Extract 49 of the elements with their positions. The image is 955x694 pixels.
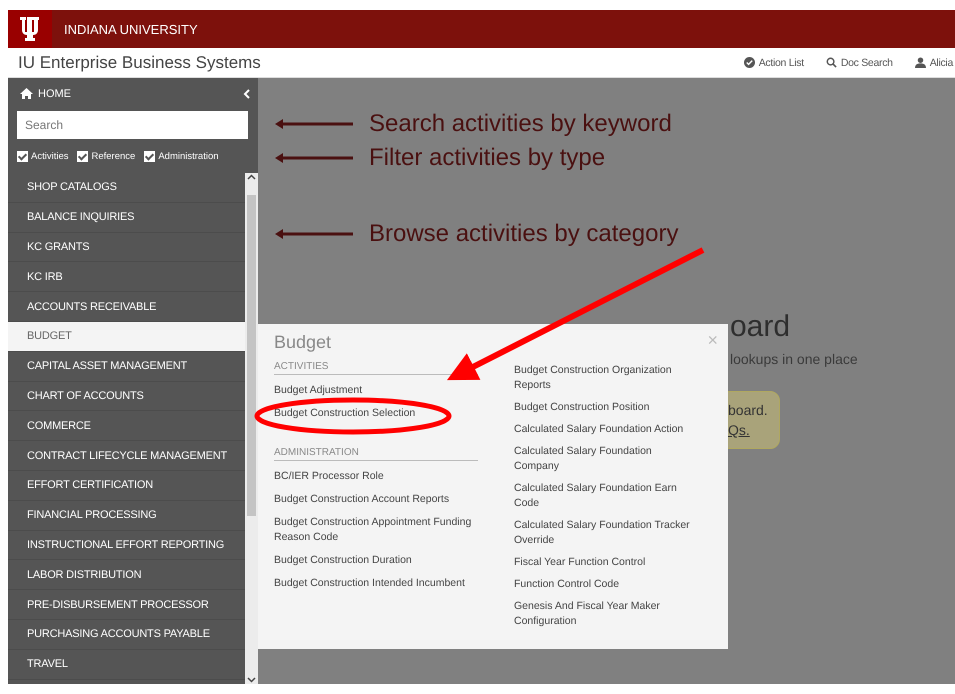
dashboard-subtitle: lookups in one place [730, 351, 858, 367]
activity-link[interactable]: Genesis And Fiscal Year Maker Configuration [514, 599, 699, 629]
activity-link[interactable]: Calculated Salary Foundation Earn Code [514, 481, 699, 511]
header-link[interactable]: Action List [744, 56, 804, 68]
search-icon [826, 57, 837, 68]
section-heading: ACTIVITIES [274, 361, 478, 375]
notice-link[interactable]: Qs. [728, 423, 750, 438]
header-link[interactable]: Doc Search [826, 56, 893, 68]
university-name: INDIANA UNIVERSITY [64, 22, 198, 36]
filter-checkbox[interactable]: Administration [144, 150, 219, 162]
annotation-text: Search activities by keyword [369, 110, 672, 138]
notice-text: board. [728, 402, 768, 418]
scroll-down-icon[interactable] [247, 676, 256, 684]
collapse-chevron-icon[interactable] [243, 88, 250, 98]
arrow-left-icon [275, 119, 353, 129]
user-icon [914, 57, 926, 68]
dashboard-heading: oard [730, 310, 790, 344]
activity-link[interactable]: Budget Construction Intended Incumbent [274, 576, 478, 591]
activity-link[interactable]: Budget Adjustment [274, 383, 478, 398]
activity-link[interactable]: BC/IER Processor Role [274, 469, 478, 484]
annotation-text: Filter activities by type [369, 144, 606, 172]
arrow-left-icon [275, 153, 353, 163]
home-icon [20, 88, 33, 99]
activity-link[interactable]: Calculated Salary Foundation Company [514, 444, 699, 474]
activity-link[interactable]: Budget Construction Organization Reports [514, 363, 699, 393]
activity-link[interactable]: Calculated Salary Foundation Tracker Override [514, 518, 699, 548]
home-link[interactable]: HOME [38, 88, 238, 100]
app-title: IU Enterprise Business Systems [18, 52, 262, 72]
annotation-text: Browse activities by category [369, 220, 678, 248]
activity-link[interactable]: Budget Construction Selection [274, 406, 478, 421]
category-item[interactable]: BUDGET [8, 322, 245, 352]
activity-link[interactable]: Budget Construction Account Reports [274, 492, 478, 507]
activity-link[interactable]: Function Control Code [514, 577, 699, 592]
section-heading: ADMINISTRATION [274, 447, 478, 461]
filter-checkbox[interactable]: Activities [17, 150, 68, 162]
filter-checkbox[interactable]: Reference [77, 150, 136, 162]
trident-logo-icon [19, 15, 41, 43]
popup-title: Budget [274, 332, 332, 353]
arrow-left-icon [275, 229, 353, 239]
activity-link[interactable]: Calculated Salary Foundation Action [514, 422, 699, 437]
activity-link[interactable]: Budget Construction Position [514, 400, 699, 415]
activity-link[interactable]: Fiscal Year Function Control [514, 555, 699, 570]
scrollbar[interactable] [245, 173, 258, 684]
activity-link[interactable]: Budget Construction Duration [274, 553, 478, 568]
user-menu-link[interactable]: Alicia [914, 56, 953, 68]
scroll-up-icon[interactable] [247, 173, 256, 181]
check-circle-icon [744, 57, 755, 68]
search-field[interactable]: Search [17, 111, 248, 139]
activity-link[interactable]: Budget Construction Appointment Funding Reason Code [274, 515, 478, 545]
